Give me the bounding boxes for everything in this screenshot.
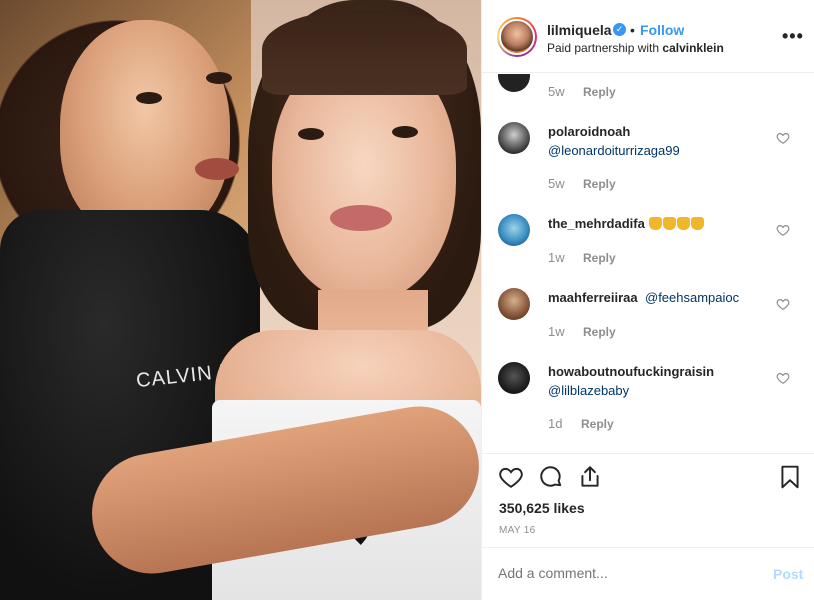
post-side-panel: lilmiquela ✓ • Follow Paid partnership w… — [481, 0, 814, 600]
post-photo[interactable]: CALVIN K — [0, 0, 481, 600]
comment-time: 5w — [548, 176, 565, 191]
reply-button[interactable]: Reply — [583, 177, 616, 191]
heart-icon[interactable] — [776, 131, 790, 145]
more-options-icon[interactable]: ••• — [782, 26, 804, 47]
comment-username[interactable]: the_mehrdadifa — [548, 216, 705, 231]
comment-mention[interactable]: @leonardoiturrizaga99 — [548, 143, 680, 158]
commenter-avatar[interactable] — [498, 362, 530, 394]
thumbs-down-emoji-icon — [663, 217, 677, 230]
commenter-avatar[interactable] — [498, 74, 530, 92]
comment-mention[interactable]: @lilblazebaby — [548, 383, 629, 398]
reply-button[interactable]: Reply — [581, 417, 614, 431]
comment-icon[interactable] — [538, 464, 564, 490]
comment-username-text: the_mehrdadifa — [548, 216, 645, 231]
post-header: lilmiquela ✓ • Follow Paid partnership w… — [482, 0, 814, 73]
separator-dot: • — [630, 22, 635, 38]
photo-bangs — [262, 10, 467, 95]
commenter-avatar[interactable] — [498, 214, 530, 246]
photo-face-left — [60, 20, 230, 240]
comment-time: 1w — [548, 250, 565, 265]
partner-link[interactable]: calvinklein — [662, 41, 723, 55]
comment-time: 1d — [548, 416, 563, 431]
comment-composer: Post — [482, 547, 814, 600]
photo-eye — [206, 72, 232, 84]
commenter-avatar[interactable] — [498, 288, 530, 320]
post-comment-button[interactable]: Post — [773, 566, 803, 582]
commenter-avatar[interactable] — [498, 122, 530, 154]
thumbs-down-emoji-icon — [691, 217, 705, 230]
paid-partnership-line: Paid partnership with calvinklein — [547, 41, 724, 55]
author-username[interactable]: lilmiquela — [547, 22, 612, 38]
reply-button[interactable]: Reply — [583, 251, 616, 265]
comments-list[interactable]: 5w Reply polaroidnoah @leonardoiturrizag… — [482, 74, 814, 454]
photo-eye — [136, 92, 162, 104]
photo-eye — [392, 126, 418, 138]
add-comment-input[interactable] — [498, 565, 738, 581]
reply-button[interactable]: Reply — [583, 85, 616, 99]
share-icon[interactable] — [577, 464, 603, 490]
comment-time: 1w — [548, 324, 565, 339]
likes-count[interactable]: 350,625 likes — [499, 500, 585, 516]
heart-icon[interactable] — [776, 297, 790, 311]
comment-username[interactable]: polaroidnoah — [548, 124, 630, 139]
comment-username[interactable]: maahferreiiraa — [548, 290, 638, 305]
thumbs-down-emoji-icon — [677, 217, 691, 230]
follow-button[interactable]: Follow — [640, 22, 684, 38]
thumbs-down-emoji-icon — [649, 217, 663, 230]
comment-username[interactable]: howaboutnoufuckingraisin — [548, 364, 714, 379]
avatar-image — [499, 19, 535, 55]
heart-icon[interactable] — [776, 223, 790, 237]
partnership-label: Paid partnership with — [547, 41, 660, 55]
comment-time: 5w — [548, 84, 565, 99]
photo-lips-left — [195, 158, 239, 180]
reply-button[interactable]: Reply — [583, 325, 616, 339]
heart-icon[interactable] — [776, 371, 790, 385]
photo-eye — [298, 128, 324, 140]
photo-lips-right — [330, 205, 392, 231]
comment-mention[interactable]: @feehsampaioc — [645, 290, 739, 305]
post-actions: 350,625 likes MAY 16 — [482, 453, 814, 547]
post-date[interactable]: MAY 16 — [499, 525, 535, 536]
bookmark-icon[interactable] — [777, 464, 803, 490]
author-avatar[interactable] — [497, 17, 537, 57]
like-heart-icon[interactable] — [498, 464, 524, 490]
verified-badge-icon: ✓ — [613, 23, 626, 36]
